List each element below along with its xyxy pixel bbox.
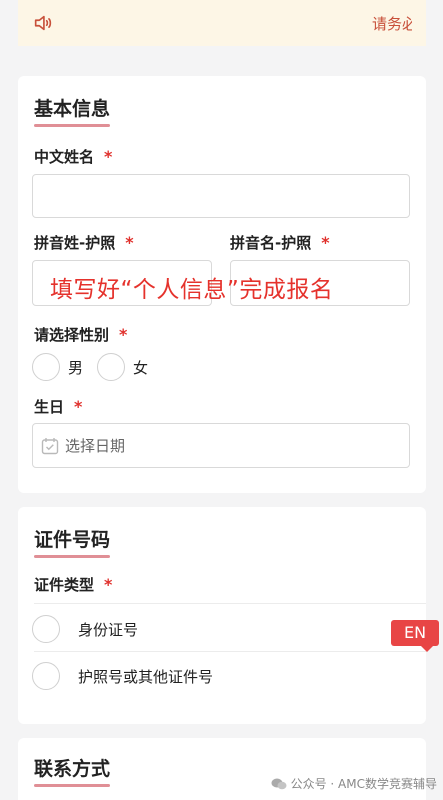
id-option-idcard-label: 身份证号: [78, 620, 139, 639]
watermark-text: 公众号 · AMC数学竞赛辅导: [290, 777, 437, 791]
id-option-idcard[interactable]: 身份证号: [32, 612, 410, 646]
calendar-icon: [41, 437, 59, 454]
divider: [34, 651, 426, 652]
section-title-contact: 联系方式: [34, 754, 111, 787]
id-type-label: 证件类型 *: [34, 575, 113, 594]
birthday-label: 生日 *: [34, 397, 83, 416]
speaker-icon: [34, 15, 52, 31]
chinese-name-input[interactable]: [32, 174, 410, 218]
divider: [34, 603, 426, 604]
radio-male-label: 男: [68, 358, 84, 377]
gender-label: 请选择性别 *: [34, 325, 128, 344]
section-title-basic-info: 基本信息: [34, 94, 111, 127]
overlay-instruction: 填写好“个人信息”完成报名: [50, 277, 334, 303]
wechat-icon: [271, 778, 287, 789]
pinyin-first-label: 拼音名-护照 *: [230, 233, 330, 252]
chinese-name-label: 中文姓名 *: [34, 147, 113, 166]
watermark: 公众号 · AMC数学竞赛辅导: [271, 775, 437, 792]
birthday-input[interactable]: 选择日期: [32, 423, 410, 468]
radio-female-label: 女: [133, 358, 149, 377]
radio-female[interactable]: [97, 353, 126, 381]
id-section-card: 证件号码 证件类型 * 身份证号 护照号或其他证件号: [18, 507, 426, 724]
id-option-passport-label: 护照号或其他证件号: [78, 667, 214, 686]
radio-passport[interactable]: [32, 662, 60, 690]
section-title-id: 证件号码: [34, 525, 111, 558]
pinyin-last-label: 拼音姓-护照 *: [34, 233, 134, 252]
radio-id-card[interactable]: [32, 615, 60, 643]
gender-options: 男 女: [32, 353, 148, 381]
birthday-placeholder: 选择日期: [65, 437, 126, 455]
id-option-passport[interactable]: 护照号或其他证件号: [32, 659, 410, 693]
notice-bar: 请务必: [18, 0, 426, 46]
language-en-badge[interactable]: EN: [391, 620, 439, 652]
radio-male[interactable]: [32, 353, 60, 381]
notice-text: 请务必: [372, 14, 412, 33]
